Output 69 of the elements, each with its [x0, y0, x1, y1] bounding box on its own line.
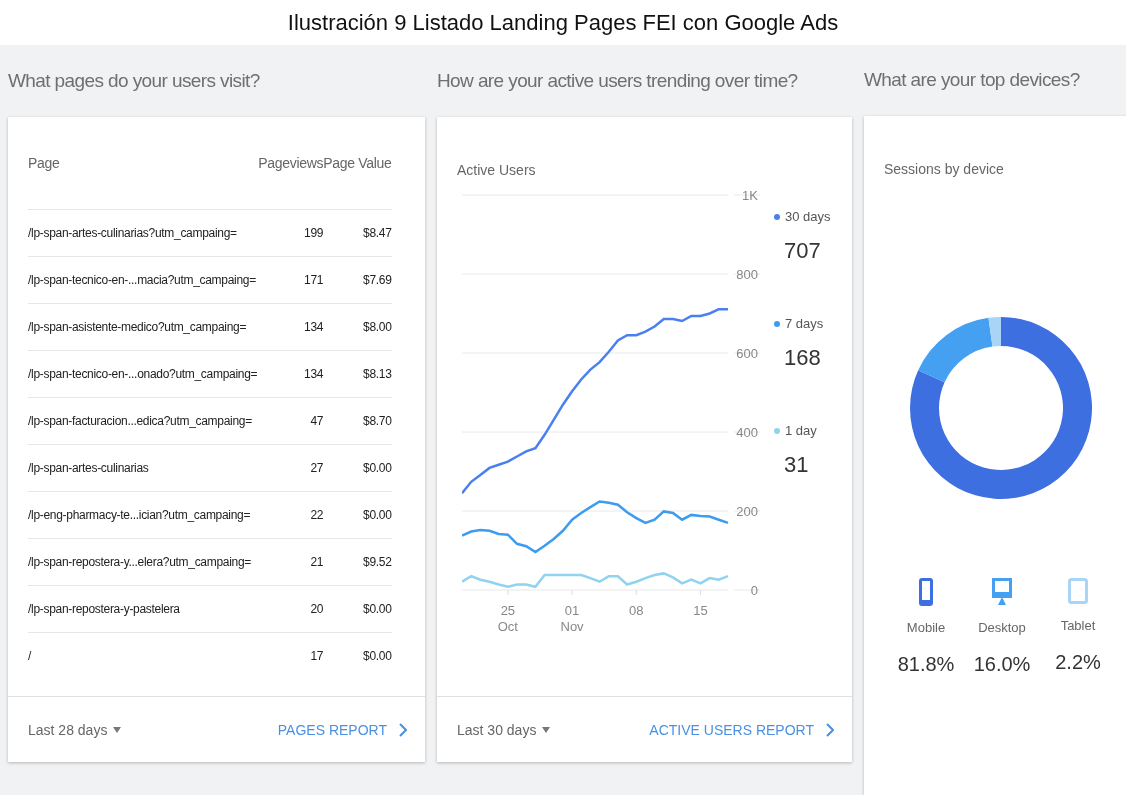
legend-value: 31	[784, 452, 810, 478]
column-header: Page	[28, 117, 258, 210]
table-cell: /lp-span-tecnico-en-...onado?utm_campaing=	[28, 350, 258, 398]
card-title: Active Users	[457, 161, 536, 179]
table-cell: $7.69	[323, 256, 392, 304]
table-cell: $9.52	[323, 538, 392, 586]
table-cell: $8.00	[323, 303, 392, 351]
table-cell: /	[28, 632, 258, 679]
table-cell: 134	[257, 350, 324, 398]
axis-label: 600	[736, 346, 758, 361]
section-heading: How are your active users trending over time?	[437, 69, 799, 93]
table-cell: /lp-span-facturacion...edica?utm_campaing=	[28, 397, 258, 445]
table-cell: 171	[257, 256, 324, 304]
table-cell: $0.00	[323, 585, 392, 633]
legend-label: 30 days	[774, 209, 831, 224]
table-cell: $8.13	[323, 350, 392, 398]
table-cell: /lp-span-artes-culinarias?utm_campaing=	[28, 209, 258, 257]
table-cell: /lp-eng-pharmacy-te...ician?utm_campaing=	[28, 491, 258, 539]
figure-caption: Ilustración 9 Listado Landing Pages FEI con Google Ads	[286, 8, 840, 37]
legend-label: 1 day	[774, 423, 831, 438]
date-range-dropdown[interactable]: Last 30 days	[457, 721, 551, 738]
chevron-icon	[399, 722, 407, 737]
device-share: 2.2%	[1055, 650, 1101, 674]
card-title: Sessions by device	[884, 159, 1004, 178]
section-heading: What pages do your users visit?	[8, 69, 261, 93]
column-header: Page Value	[323, 117, 392, 210]
table-cell: /lp-span-repostera-y-pastelera	[28, 585, 258, 633]
axis-label: 25 Oct	[497, 603, 518, 634]
table-cell: 27	[257, 444, 324, 492]
table-cell: /lp-span-tecnico-en-...macia?utm_campaing=	[28, 256, 258, 304]
report-link[interactable]: ACTIVE USERS REPORT	[649, 721, 834, 738]
chevron-icon	[826, 722, 834, 737]
date-range-dropdown[interactable]: Last 28 days	[28, 721, 122, 738]
axis-label: 0	[750, 583, 758, 598]
axis-label: 400	[736, 425, 758, 440]
column-header: Pageviews	[257, 117, 324, 210]
table-cell: $8.47	[323, 209, 392, 257]
table-cell: 134	[257, 303, 324, 351]
table-cell: 20	[257, 585, 324, 633]
table-cell: /lp-span-asistente-medico?utm_campaing=	[28, 303, 258, 351]
device-label: Tablet	[1060, 617, 1096, 633]
legend-value: 707	[784, 238, 822, 264]
axis-label: 15	[693, 603, 708, 618]
table-cell: $8.70	[323, 397, 392, 445]
table-cell: 21	[257, 538, 324, 586]
table-cell: $0.00	[323, 632, 392, 679]
axis-label: 01 Nov	[560, 603, 584, 634]
device-label: Mobile	[906, 619, 946, 635]
axis-label: 200	[736, 504, 758, 519]
axis-label: 800	[736, 267, 758, 282]
table-cell: $0.00	[323, 491, 392, 539]
table-cell: 17	[257, 632, 324, 679]
table-cell: $0.00	[323, 444, 392, 492]
table-cell: /lp-span-artes-culinarias	[28, 444, 258, 492]
table-cell: /lp-span-repostera-y...elera?utm_campaing=	[28, 538, 258, 586]
legend-value: 168	[784, 345, 822, 371]
legend-label: 7 days	[774, 316, 831, 331]
report-link[interactable]: PAGES REPORT	[277, 721, 407, 738]
axis-label: 1K	[742, 188, 758, 203]
table-cell: 199	[257, 209, 324, 257]
caret-icon	[113, 726, 122, 733]
table-cell: 47	[257, 397, 324, 445]
device-label: Desktop	[978, 619, 1026, 635]
device-share: 16.0%	[973, 652, 1031, 676]
axis-label: 08	[629, 603, 644, 618]
table-cell: 22	[257, 491, 324, 539]
device-share: 81.8%	[897, 652, 955, 676]
caret-icon	[542, 726, 551, 733]
section-heading: What are your top devices?	[864, 68, 1081, 93]
